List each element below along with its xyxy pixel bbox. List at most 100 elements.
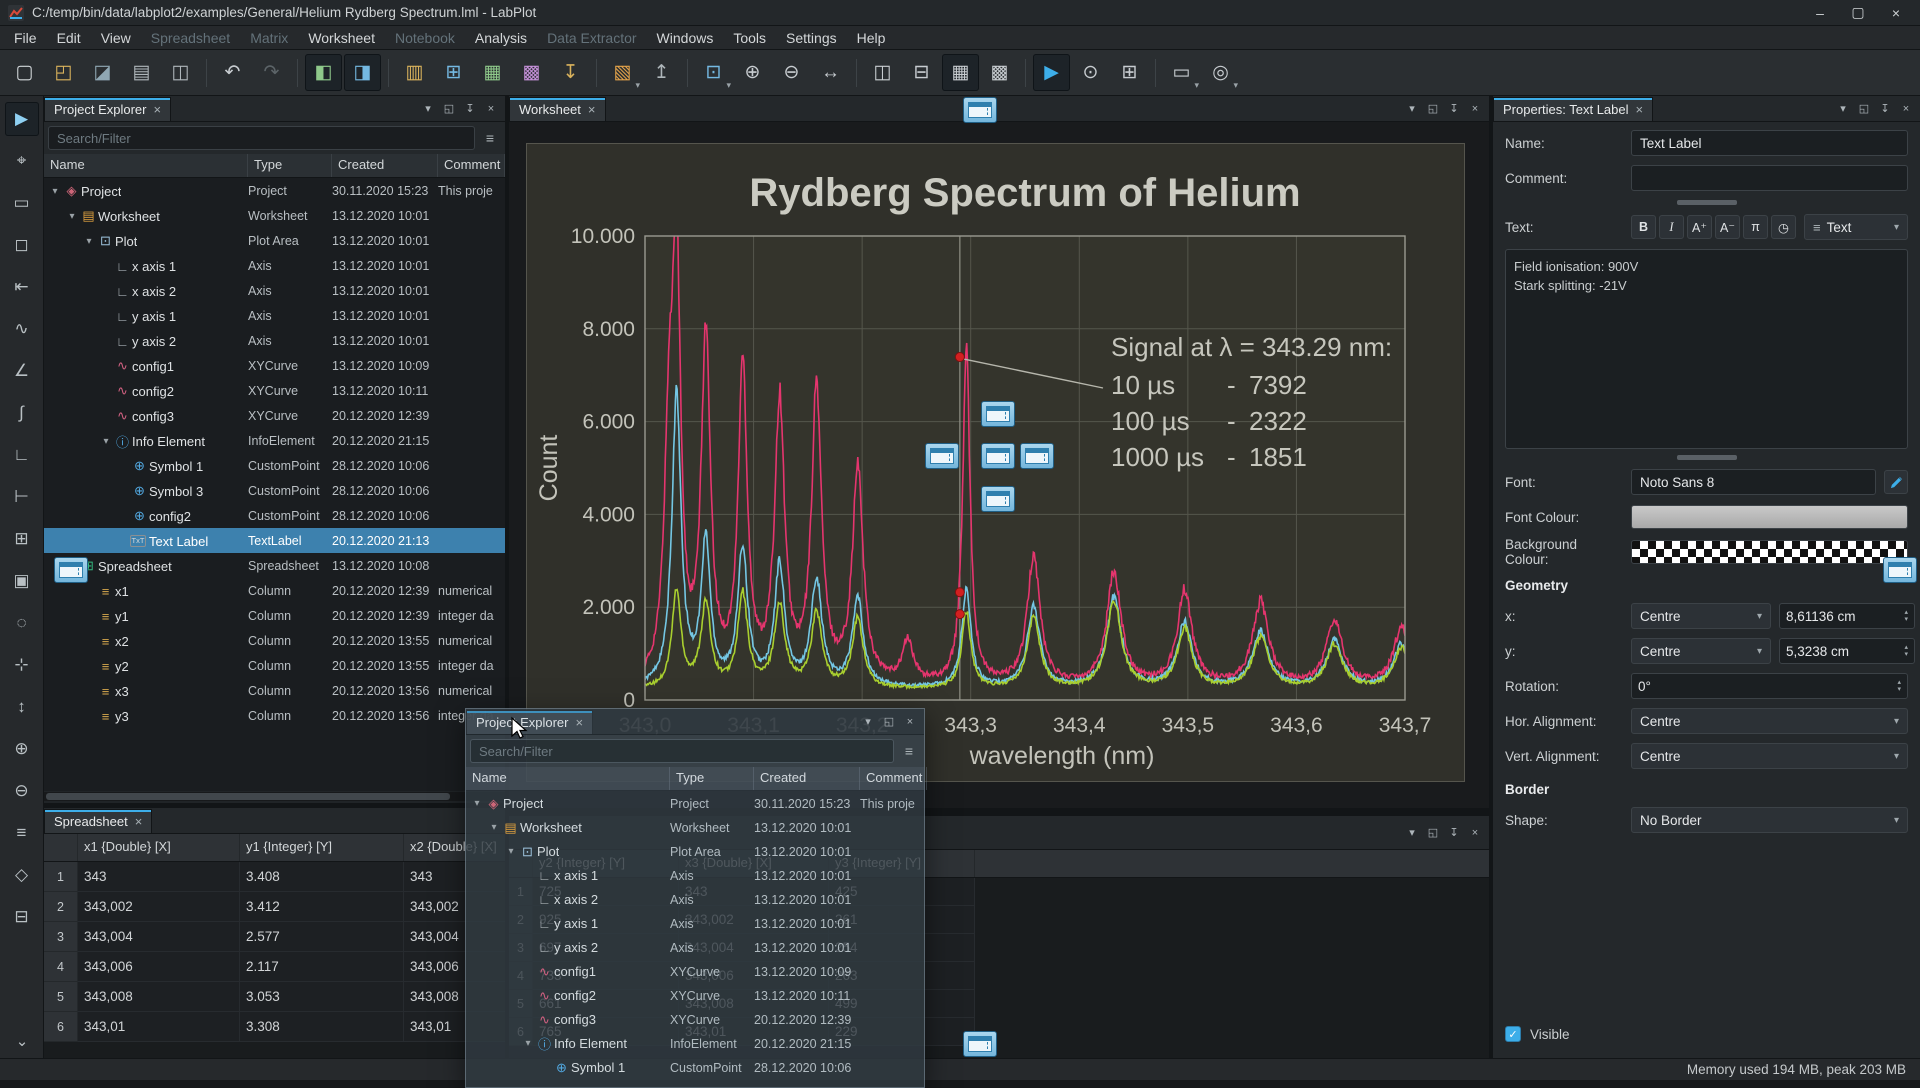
print-preview-button[interactable]: ◫ — [162, 54, 199, 91]
tree-column-header-name[interactable]: Name — [466, 767, 670, 790]
zoom-in-button[interactable]: ⊕ — [734, 54, 771, 91]
resize-tool-button[interactable]: ↕ — [5, 690, 39, 724]
reference-line-tool-button[interactable]: ⊢ — [5, 480, 39, 514]
column-header[interactable]: y1 {Integer} [Y] — [240, 834, 404, 861]
tab-project-explorer[interactable]: Project Explorer × — [44, 97, 171, 121]
tree-row[interactable]: ∿config3XYCurve20.12.2020 12:39 — [466, 1007, 924, 1031]
dock-pin-icon[interactable]: ↧ — [1445, 100, 1463, 118]
chevron-down-icon[interactable]: ▾ — [635, 80, 640, 91]
table-cell[interactable]: 3.308 — [240, 1012, 404, 1042]
toggle-properties-explorer-button[interactable]: ◨ — [344, 54, 381, 91]
zoom-select-mode-button[interactable]: ⊞ — [1111, 54, 1148, 91]
splitter-handle[interactable] — [1677, 200, 1737, 205]
border-shape-combo[interactable]: No Border▾ — [1631, 807, 1908, 833]
zoom-out-tool-button[interactable]: ⊖ — [5, 774, 39, 808]
menu-worksheet[interactable]: Worksheet — [298, 26, 385, 50]
menu-settings[interactable]: Settings — [776, 26, 847, 50]
tree-row[interactable]: ▾ⓘInfo ElementInfoElement20.12.2020 21:1… — [466, 1031, 924, 1055]
crosshair-mode-button[interactable]: ⊙ — [1072, 54, 1109, 91]
tree-row[interactable]: ≡x1Column20.12.2020 12:39numerical — [44, 578, 505, 603]
dock-float-icon[interactable]: ◱ — [1424, 100, 1442, 118]
tree-row[interactable]: ∟x axis 2Axis13.12.2020 10:01 — [44, 278, 505, 303]
scrollbar-thumb[interactable] — [46, 793, 450, 800]
new-worksheet-button[interactable]: ▧▾ — [604, 54, 641, 91]
new-workbook-button[interactable]: ⊞ — [435, 54, 472, 91]
menu-spreadsheet[interactable]: Spreadsheet — [141, 26, 240, 50]
chevron-down-icon[interactable]: ▾ — [726, 80, 731, 91]
spin-up-icon[interactable]: ▴ — [1897, 679, 1901, 686]
tree-row[interactable]: ⊕Symbol 3CustomPoint28.12.2020 10:06 — [44, 478, 505, 503]
tree-row[interactable]: ▾▤WorksheetWorksheet13.12.2020 10:01 — [44, 203, 505, 228]
marker-point[interactable] — [955, 610, 964, 619]
tree-row[interactable]: ∿config1XYCurve13.12.2020 10:09 — [44, 353, 505, 378]
collapse-arrow-icon[interactable]: ▾ — [65, 211, 79, 222]
menu-notebook[interactable]: Notebook — [385, 26, 465, 50]
row-number[interactable]: 2 — [44, 892, 78, 922]
vertical-layout-button[interactable]: ◫ — [864, 54, 901, 91]
tree-column-header-created[interactable]: Created — [754, 767, 860, 790]
table-cell[interactable]: 3.053 — [240, 982, 404, 1012]
floating-search-input[interactable] — [470, 739, 894, 763]
tab-close-icon[interactable]: × — [575, 715, 583, 730]
font-picker-button[interactable] — [1884, 470, 1908, 494]
tree-row[interactable]: ∿config3XYCurve20.12.2020 12:39 — [44, 403, 505, 428]
grid-tool-button[interactable]: ⊞ — [5, 522, 39, 556]
dock-pin-icon[interactable]: ↧ — [1876, 100, 1894, 118]
table-cell[interactable]: 343,004 — [78, 922, 240, 952]
table-cell[interactable]: 3.412 — [240, 892, 404, 922]
visible-checkbox[interactable]: ✓ — [1505, 1026, 1521, 1042]
horizontal-alignment-combo[interactable]: Centre▾ — [1631, 708, 1908, 734]
zoom-out-button[interactable]: ⊖ — [773, 54, 810, 91]
datetime-button[interactable]: ◷ — [1771, 215, 1796, 239]
maximize-button[interactable]: ▢ — [1842, 3, 1874, 23]
splitter-handle[interactable] — [1677, 455, 1737, 460]
zoom-mode-dropdown-button[interactable]: ▭▾ — [1163, 54, 1200, 91]
y-position-combo[interactable]: Centre▾ — [1631, 638, 1771, 664]
collapse-tool-button[interactable]: ⊟ — [5, 900, 39, 934]
collapse-arrow-icon[interactable]: ▾ — [521, 1038, 535, 1049]
bold-button[interactable]: B — [1631, 215, 1656, 239]
name-input[interactable] — [1631, 130, 1908, 156]
dock-float-icon[interactable]: ◱ — [1424, 824, 1442, 842]
tree-row[interactable]: ∟y axis 2Axis13.12.2020 10:01 — [44, 328, 505, 353]
selection-tool-button[interactable]: ◌ — [5, 606, 39, 640]
shift-axis-tool-button[interactable]: ⇤ — [5, 270, 39, 304]
tree-row[interactable]: ∟x axis 2Axis13.12.2020 10:01 — [466, 887, 924, 911]
tab-worksheet[interactable]: Worksheet × — [509, 97, 606, 121]
spin-up-icon[interactable]: ▴ — [1904, 609, 1908, 616]
image-tool-button[interactable]: ▣ — [5, 564, 39, 598]
tree-row[interactable]: ≡y1Column20.12.2020 12:39integer da — [44, 603, 505, 628]
vertical-alignment-combo[interactable]: Centre▾ — [1631, 743, 1908, 769]
superscript-button[interactable]: A⁺ — [1687, 215, 1712, 239]
font-colour-swatch[interactable] — [1631, 505, 1908, 529]
zoom-in-tool-button[interactable]: ⊕ — [5, 732, 39, 766]
collapse-arrow-icon[interactable]: ▾ — [82, 236, 96, 247]
dock-close-icon[interactable]: × — [1897, 100, 1915, 118]
tree-row[interactable]: ≡y2Column20.12.2020 13:55integer da — [44, 653, 505, 678]
y-offset-spinbox[interactable]: 5,3238 cm▴▾ — [1779, 638, 1915, 664]
tree-row[interactable]: ▾⊡PlotPlot Area13.12.2020 10:01 — [44, 228, 505, 253]
list-tool-button[interactable]: ≡ — [5, 816, 39, 850]
dock-close-icon[interactable]: × — [901, 713, 919, 731]
tab-close-icon[interactable]: × — [588, 102, 596, 117]
tree-row[interactable]: ≡x2Column20.12.2020 13:55numerical — [44, 628, 505, 653]
tree-row[interactable]: ≡y3Column20.12.2020 13:56integer da — [44, 703, 505, 728]
tree-column-header-type[interactable]: Type — [248, 154, 332, 177]
datapicker-tool-button[interactable]: ⊹ — [5, 648, 39, 682]
dock-float-icon[interactable]: ◱ — [880, 713, 898, 731]
zoom-select-tool-button[interactable]: ⌖ — [5, 144, 39, 178]
menu-data-extractor[interactable]: Data Extractor — [537, 26, 646, 50]
tree-row[interactable]: ▾◈ProjectProject30.11.2020 15:23This pro… — [466, 791, 924, 815]
menu-edit[interactable]: Edit — [47, 26, 91, 50]
menu-file[interactable]: File — [4, 26, 47, 50]
menu-matrix[interactable]: Matrix — [240, 26, 298, 50]
new-folder-button[interactable]: ▥ — [396, 54, 433, 91]
zoom-region-tool-button[interactable]: ◻ — [5, 228, 39, 262]
collapse-arrow-icon[interactable]: ▾ — [48, 186, 62, 197]
print-button[interactable]: ▤ — [123, 54, 160, 91]
dock-close-icon[interactable]: × — [1466, 824, 1484, 842]
spin-down-icon[interactable]: ▾ — [1904, 616, 1908, 623]
tree-row[interactable]: ∟y axis 2Axis13.12.2020 10:01 — [466, 935, 924, 959]
tree-row[interactable]: ▾ⓘInfo ElementInfoElement20.12.2020 21:1… — [44, 428, 505, 453]
row-number[interactable]: 6 — [44, 1012, 78, 1042]
